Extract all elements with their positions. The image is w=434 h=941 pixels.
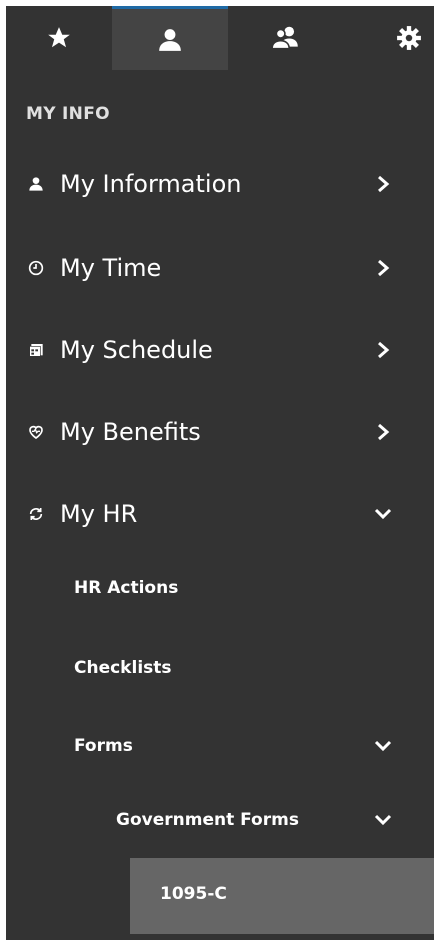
menu-item-my-information[interactable]: My Information (6, 162, 434, 206)
menu-item-government-forms[interactable]: Government Forms (6, 802, 434, 838)
menu-item-label: 1095-C (160, 884, 227, 904)
schedule-icon (28, 342, 44, 358)
refresh-icon (28, 506, 44, 522)
gear-icon (397, 26, 421, 50)
menu-item-label: My Time (60, 254, 162, 282)
chevron-down-icon (374, 811, 392, 829)
chevron-down-icon (374, 505, 392, 523)
chevron-down-icon (374, 737, 392, 755)
clock-icon (28, 260, 44, 276)
menu-item-label: Forms (74, 736, 133, 756)
user-icon (159, 28, 181, 51)
navigation-panel: MY INFO My Information My Time My Schedu… (6, 6, 434, 940)
menu-item-1095c[interactable]: 1095-C (130, 858, 434, 934)
menu-item-forms[interactable]: Forms (6, 728, 434, 764)
menu-item-my-hr[interactable]: My HR (6, 492, 434, 536)
menu-item-my-time[interactable]: My Time (6, 246, 434, 290)
menu-item-label: Checklists (74, 658, 172, 678)
menu-item-label: My Information (60, 170, 242, 198)
user-icon (28, 176, 44, 192)
tab-team[interactable] (228, 6, 344, 70)
menu-item-hr-actions[interactable]: HR Actions (6, 570, 434, 606)
menu-item-label: Government Forms (116, 810, 299, 830)
users-icon (271, 26, 298, 50)
tab-favorites[interactable] (6, 6, 112, 70)
menu-item-label: My Schedule (60, 336, 213, 364)
tab-settings[interactable] (344, 6, 434, 70)
menu-item-label: My Benefits (60, 418, 201, 446)
menu-item-label: HR Actions (74, 578, 179, 598)
tab-bar (6, 6, 434, 70)
chevron-right-icon (374, 423, 392, 441)
menu-item-checklists[interactable]: Checklists (6, 650, 434, 686)
menu-item-my-benefits[interactable]: My Benefits (6, 410, 434, 454)
menu-item-label: My HR (60, 500, 138, 528)
heart-icon (28, 424, 44, 440)
chevron-right-icon (374, 341, 392, 359)
menu-item-my-schedule[interactable]: My Schedule (6, 328, 434, 372)
chevron-right-icon (374, 175, 392, 193)
tab-my-info[interactable] (112, 6, 228, 70)
star-icon (48, 27, 70, 48)
chevron-right-icon (374, 259, 392, 277)
section-title: MY INFO (26, 104, 110, 124)
